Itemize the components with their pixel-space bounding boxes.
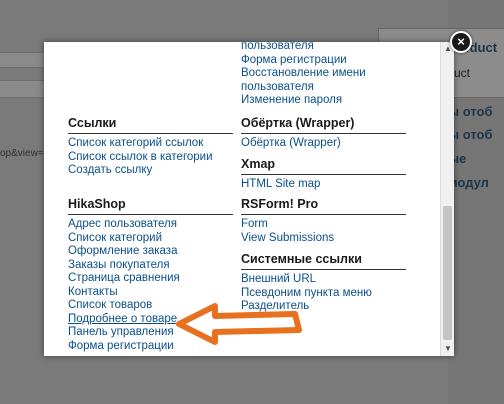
menu-link[interactable]: Страница сравнения xyxy=(68,272,233,286)
menu-link[interactable]: Форма регистрации xyxy=(241,54,406,68)
section-users-continued: пользователя Форма регистрации Восстанов… xyxy=(241,42,406,108)
section-xmap: Xmap HTML Site map xyxy=(241,157,406,192)
menu-link[interactable]: Список категорий xyxy=(68,232,233,246)
section-title: Ссылки xyxy=(68,116,233,134)
background-right-row: ые xyxy=(448,151,467,166)
modal-scrollbar[interactable]: ▲ ▼ xyxy=(440,42,454,356)
menu-link[interactable]: Создать ссылку xyxy=(68,164,233,178)
scroll-down-arrow-icon[interactable]: ▼ xyxy=(441,342,454,356)
menu-link[interactable]: Псевдоним пункта меню xyxy=(241,287,406,301)
section-title: RSForm! Pro xyxy=(241,197,406,215)
background-url-text: op&view= xyxy=(0,148,44,159)
section-title: HikaShop xyxy=(68,197,233,215)
menu-link[interactable]: Заказы покупателя xyxy=(68,259,233,273)
section-title: Обёртка (Wrapper) xyxy=(241,116,406,134)
menu-link[interactable]: Оформление заказа xyxy=(68,245,233,259)
section-wrapper: Обёртка (Wrapper) Обёртка (Wrapper) xyxy=(241,116,406,151)
background-product-sub: uct xyxy=(454,66,471,80)
section-rsform: RSForm! Pro Form View Submissions xyxy=(241,197,406,245)
annotation-arrow-icon xyxy=(176,303,302,345)
menu-link[interactable]: Внешний URL xyxy=(241,273,406,287)
menu-link[interactable]: Список ссылок в категории xyxy=(68,151,233,165)
menu-link[interactable]: Form xyxy=(241,218,406,232)
background-right-row: ы отоб xyxy=(448,104,493,119)
close-icon[interactable]: × xyxy=(450,31,472,53)
background-bar xyxy=(0,52,46,68)
background-right-row: модул xyxy=(448,175,489,190)
menu-link[interactable]: Восстановление имени пользователя xyxy=(241,67,406,94)
scroll-thumb[interactable] xyxy=(443,206,452,340)
section-title: Системные ссылки xyxy=(241,252,406,270)
background-right-row: ы отоб xyxy=(448,127,493,142)
menu-link[interactable]: Список категорий ссылок xyxy=(68,137,233,151)
menu-link[interactable]: Изменение пароля xyxy=(241,94,406,108)
section-links: Ссылки Список категорий ссылок Список сс… xyxy=(68,116,233,178)
menu-link[interactable]: Адрес пользователя xyxy=(68,218,233,232)
section-title: Xmap xyxy=(241,157,406,175)
menu-link[interactable]: пользователя xyxy=(241,42,406,54)
menu-link[interactable]: Обёртка (Wrapper) xyxy=(241,137,406,151)
menu-link[interactable]: HTML Site map xyxy=(241,178,406,192)
background-bar xyxy=(0,80,46,98)
menu-link[interactable]: View Submissions xyxy=(241,232,406,246)
menu-link[interactable]: Контакты xyxy=(68,286,233,300)
